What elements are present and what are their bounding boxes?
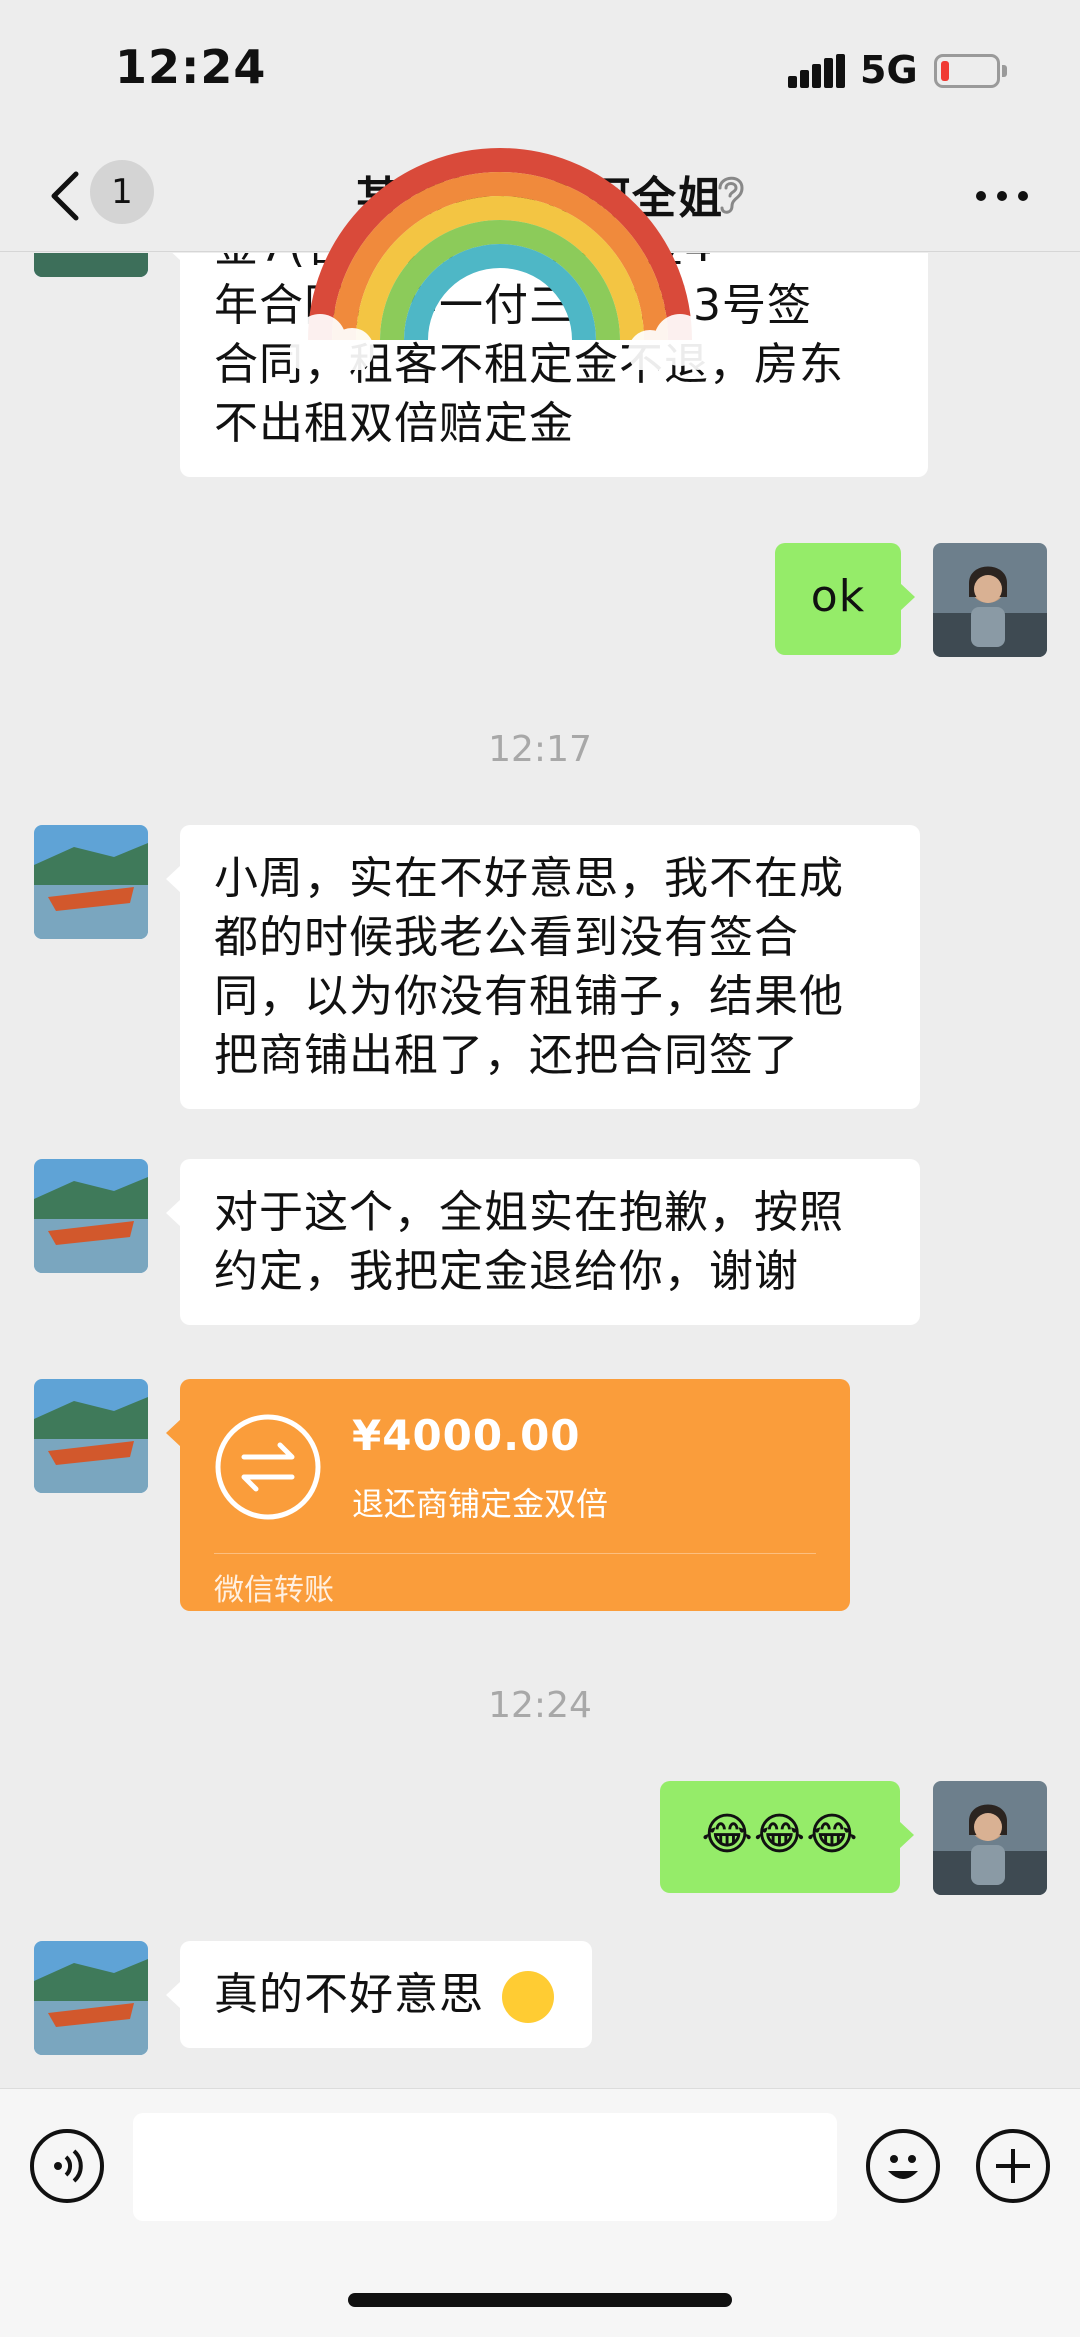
divider xyxy=(214,1553,816,1554)
battery-tip xyxy=(1002,65,1007,77)
signal-icon xyxy=(788,54,845,88)
sweat-face-emoji-icon xyxy=(502,1971,554,2023)
contact-avatar[interactable] xyxy=(34,253,148,277)
battery-level xyxy=(941,61,949,81)
message-bubble-outgoing[interactable]: 😂😂😂 xyxy=(660,1781,914,1893)
network-label: 5G xyxy=(860,48,918,92)
user-avatar[interactable] xyxy=(933,543,1047,657)
message-bubble-incoming[interactable]: 对于这个，全姐实在抱歉，按照 约定，我把定金退给你，谢谢 xyxy=(166,1159,920,1325)
message-input[interactable] xyxy=(133,2113,837,2221)
message-text: 小周，实在不好意思，我不在成 都的时候我老公看到没有签合 同，以为你没有租铺子，… xyxy=(214,853,844,1081)
timestamp: 12:17 xyxy=(488,729,592,770)
contact-avatar[interactable] xyxy=(34,825,148,939)
emoji-icon[interactable] xyxy=(866,2129,940,2203)
message-text: ok xyxy=(810,571,866,622)
contact-avatar[interactable] xyxy=(34,1379,148,1493)
voice-icon[interactable] xyxy=(30,2129,104,2203)
plus-icon[interactable] xyxy=(976,2129,1050,2203)
user-avatar[interactable] xyxy=(933,1781,1047,1895)
more-dots-icon[interactable] xyxy=(972,180,1032,210)
message-bubble-incoming[interactable]: 小周，实在不好意思，我不在成 都的时候我老公看到没有签合 同，以为你没有租铺子，… xyxy=(166,825,920,1109)
contact-avatar[interactable] xyxy=(34,1159,148,1273)
transfer-arrows-icon xyxy=(215,1414,321,1520)
message-text: 真的不好意思 xyxy=(214,1969,484,2020)
message-bubble-outgoing[interactable]: ok xyxy=(775,543,915,655)
battery-icon xyxy=(934,54,1000,88)
timestamp: 12:24 xyxy=(488,1685,592,1726)
message-text: 😂😂😂 xyxy=(701,1809,859,1860)
message-text: 对于这个，全姐实在抱歉，按照 约定，我把定金退给你，谢谢 xyxy=(214,1187,844,1297)
ear-icon xyxy=(718,176,744,214)
transfer-card[interactable]: ¥4000.00 退还商铺定金双倍 微信转账 xyxy=(166,1379,850,1611)
transfer-label: 微信转账 xyxy=(214,1573,334,1608)
transfer-note: 退还商铺定金双倍 xyxy=(352,1485,609,1523)
rainbow-sticker xyxy=(290,148,710,370)
message-bubble-incoming[interactable]: 真的不好意思 xyxy=(166,1941,592,2048)
status-bar: 12:24 5G xyxy=(0,0,1080,140)
chat-messages[interactable]: 金7(含物业费)每月，签4 年合同，押一付三，1月3号签 合同，租客不租定金不退… xyxy=(0,253,1080,2088)
status-time: 12:24 xyxy=(115,40,267,94)
home-indicator[interactable] xyxy=(348,2293,732,2307)
transfer-amount: ¥4000.00 xyxy=(352,1411,581,1460)
contact-avatar[interactable] xyxy=(34,1941,148,2055)
